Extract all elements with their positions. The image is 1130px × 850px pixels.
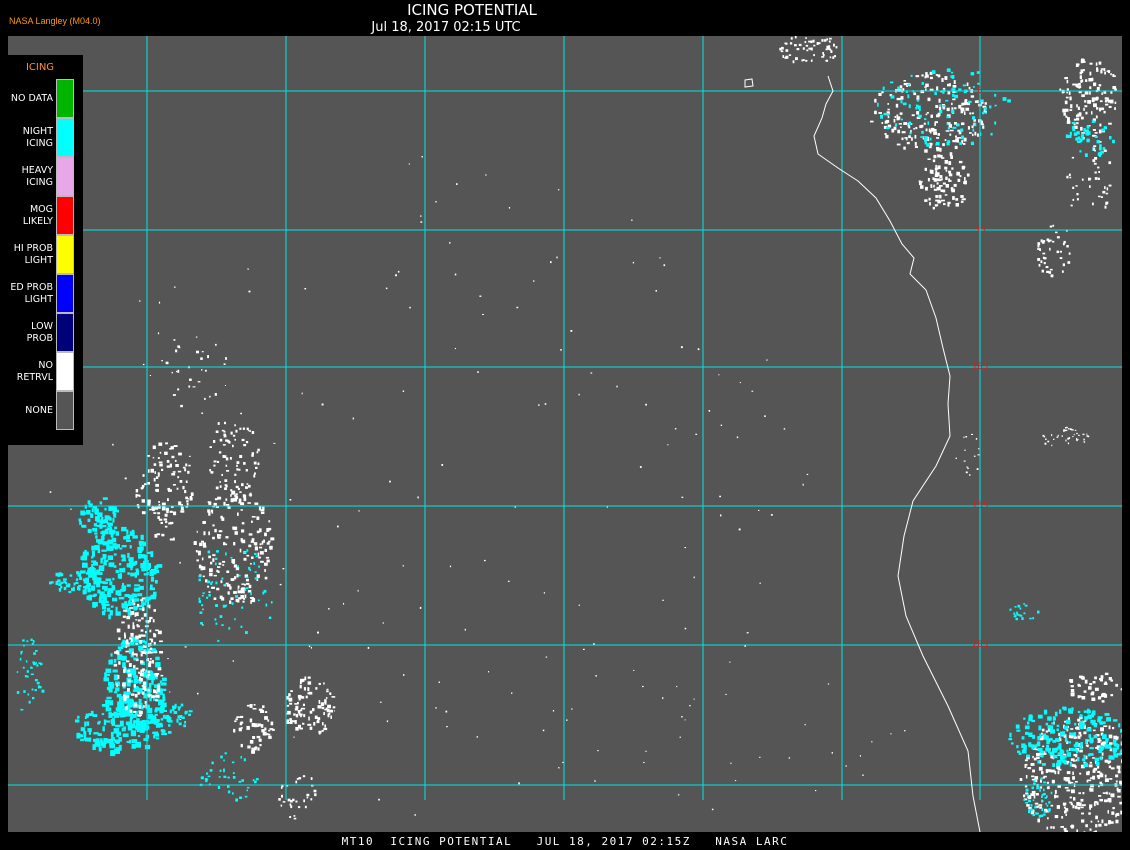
latitude-label: 5S xyxy=(974,225,986,235)
satellite-map[interactable]: 15W10W5W05E10E15E 05S10S15S20S xyxy=(8,36,1122,832)
legend-swatch xyxy=(56,352,74,391)
legend-swatch xyxy=(56,235,74,274)
legend-swatch xyxy=(56,391,74,430)
legend-swatch xyxy=(56,196,74,235)
legend-label: NO RETRVL xyxy=(16,359,53,383)
footer-caption: MT10 ICING POTENTIAL JUL 18, 2017 02:15Z… xyxy=(341,835,789,848)
legend-swatch xyxy=(56,118,74,157)
coastline xyxy=(813,75,981,832)
icing-legend: ICING NO DATA NIGHT ICING HEAVY ICING MOG L… xyxy=(0,55,83,445)
map-canvas xyxy=(8,36,1122,832)
legend-label: LOW PROB xyxy=(26,320,53,344)
legend-swatch xyxy=(56,274,74,313)
legend-label: HEAVY ICING xyxy=(21,164,53,188)
latitude-label: 10S xyxy=(971,362,989,372)
island-outline xyxy=(744,78,754,88)
legend-label: HI PROB LIGHT xyxy=(13,242,53,266)
cloud-layer xyxy=(16,36,1122,832)
legend-title: ICING xyxy=(25,62,55,73)
lat-lon-grid xyxy=(8,36,1122,800)
legend-label: MOG LIKELY xyxy=(22,203,53,227)
legend-label: NO DATA xyxy=(10,92,53,104)
header-bar: NASA Langley (M04.0) ICING POTENTIAL Jul… xyxy=(0,0,1130,36)
legend-label: NIGHT ICING xyxy=(22,125,53,149)
legend-label: ED PROB LIGHT xyxy=(10,281,53,305)
map-title: ICING POTENTIAL xyxy=(407,1,537,19)
legend-swatch xyxy=(56,313,74,352)
footer-bar: MT10 ICING POTENTIAL JUL 18, 2017 02:15Z… xyxy=(0,832,1130,850)
latitude-label: 20S xyxy=(971,640,989,650)
legend-swatch xyxy=(56,79,74,118)
legend-label: NONE xyxy=(25,404,53,416)
latitude-label: 15S xyxy=(971,501,989,511)
latitude-label: 0 xyxy=(977,86,983,96)
legend-swatch xyxy=(56,157,74,196)
map-timestamp: Jul 18, 2017 02:15 UTC xyxy=(371,20,521,35)
